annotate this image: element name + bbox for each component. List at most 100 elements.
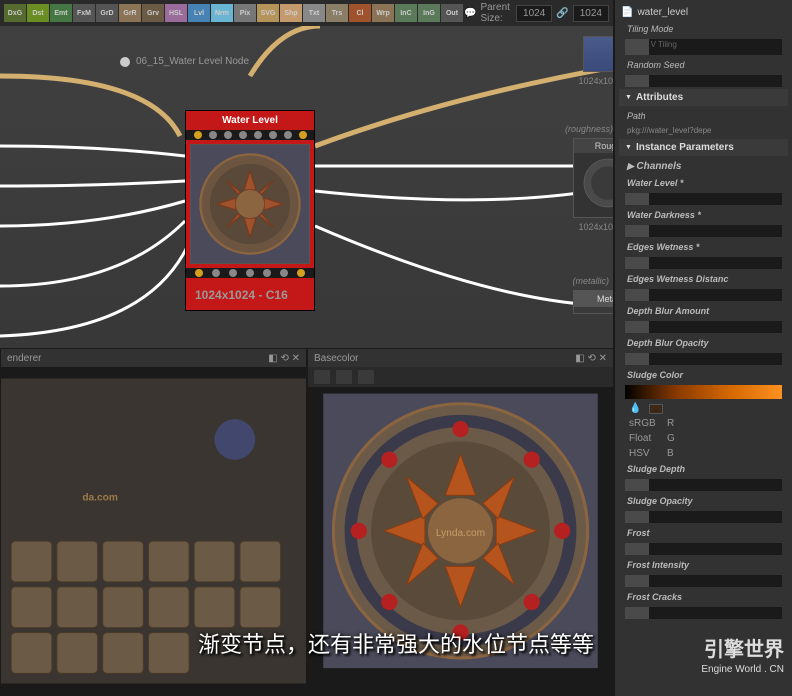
port[interactable] [209, 131, 217, 139]
tiling-mode-label: Tiling Mode [619, 21, 788, 37]
port[interactable] [297, 269, 305, 277]
port[interactable] [263, 269, 271, 277]
atom-hsl[interactable]: HSL [165, 4, 187, 22]
param-slider[interactable] [625, 543, 782, 555]
random-seed-input[interactable] [625, 75, 782, 87]
param-label: Depth Blur Amount [619, 303, 788, 319]
viewer-header: Basecolor ◧ ⟲ ✕ [308, 349, 613, 367]
atom-emt[interactable]: Emt [50, 4, 72, 22]
graph-canvas[interactable]: 06_15_Water Level Node Water Level [0, 26, 613, 348]
port[interactable] [246, 269, 254, 277]
water-level-node[interactable]: Water Level [185, 110, 315, 311]
node-title: Water Level [186, 111, 314, 130]
node-graph-panel[interactable]: DxGDstEmtFxMGrDGrRGrvHSLLvlNrmPixSVGShpT… [0, 0, 614, 348]
param-slider[interactable] [625, 511, 782, 523]
watermark-url: Engine World . CN [701, 664, 784, 675]
eyedropper-icon[interactable]: 💧 [629, 403, 641, 414]
port[interactable] [229, 269, 237, 277]
color-picker-row: 💧 [619, 401, 788, 416]
viewer-controls[interactable]: ◧ ⟲ ✕ [268, 353, 300, 364]
atom-cl[interactable]: Cl [349, 4, 371, 22]
parent-size-control: 💬 Parent Size: 1024 🔗 1024 [464, 2, 609, 24]
node-output-ports [186, 268, 314, 278]
atom-pix[interactable]: Pix [234, 4, 256, 22]
color-mode-float[interactable]: FloatG [619, 431, 788, 446]
port[interactable] [269, 131, 277, 139]
svg-text:Lynda.com: Lynda.com [436, 528, 485, 539]
atom-grr[interactable]: GrR [119, 4, 141, 22]
tool-button[interactable] [314, 370, 330, 384]
port[interactable] [195, 269, 203, 277]
section-instance-params[interactable]: Instance Parameters [619, 139, 788, 156]
param-slider[interactable] [625, 257, 782, 269]
parent-height-dropdown[interactable]: 1024 [573, 5, 609, 22]
parent-width-dropdown[interactable]: 1024 [516, 5, 552, 22]
atom-out[interactable]: Out [441, 4, 463, 22]
port[interactable] [299, 131, 307, 139]
thumb-node[interactable] [583, 36, 614, 72]
tiling-mode-dropdown[interactable]: H and V Tiling [625, 39, 782, 55]
thumb-size: 1024x10 [578, 76, 613, 86]
viewer-toolbar [308, 367, 613, 387]
graph-comment-label: 06_15_Water Level Node [120, 56, 249, 67]
node-size-label: 1024x1024 - C16 [195, 288, 288, 302]
port[interactable] [224, 131, 232, 139]
watermark-logo: 引擎世界 [701, 633, 784, 662]
atom-dxg[interactable]: DxG [4, 4, 26, 22]
path-label: Path [619, 108, 788, 124]
thumb-roughness-label: (roughness) [565, 124, 613, 134]
param-slider[interactable] [625, 607, 782, 619]
node-preview [190, 144, 310, 264]
atom-trs[interactable]: Trs [326, 4, 348, 22]
atom-grv[interactable]: Grv [142, 4, 164, 22]
color-mode-srgb[interactable]: sRGBR [619, 416, 788, 431]
atom-wrp[interactable]: Wrp [372, 4, 394, 22]
atom-grd[interactable]: GrD [96, 4, 118, 22]
color-swatch[interactable] [649, 404, 663, 414]
viewer-controls[interactable]: ◧ ⟲ ✕ [575, 353, 607, 364]
viewer-header: enderer ◧ ⟲ ✕ [1, 349, 306, 367]
atom-lvl[interactable]: Lvl [188, 4, 210, 22]
port[interactable] [194, 131, 202, 139]
param-label: Frost Cracks [619, 589, 788, 605]
node-input-ports [186, 130, 314, 140]
channels-row[interactable]: ▶ Channels [619, 158, 788, 175]
atom-nrm[interactable]: Nrm [211, 4, 233, 22]
thumb-roughness-node[interactable]: Rough [573, 138, 614, 218]
sludge-color-gradient[interactable] [625, 385, 782, 399]
param-label: Sludge Depth [619, 461, 788, 477]
thumb-metallic-node[interactable]: Metal [573, 290, 614, 314]
port[interactable] [280, 269, 288, 277]
tool-button[interactable] [358, 370, 374, 384]
param-label: Depth Blur Opacity [619, 335, 788, 351]
port[interactable] [254, 131, 262, 139]
graph-toolbar: DxGDstEmtFxMGrDGrRGrvHSLLvlNrmPixSVGShpT… [0, 0, 613, 26]
viewer-title: Basecolor [314, 353, 358, 364]
atom-fxm[interactable]: FxM [73, 4, 95, 22]
param-slider[interactable] [625, 575, 782, 587]
param-slider[interactable] [625, 193, 782, 205]
link-icon[interactable]: 🔗 [556, 8, 568, 19]
param-slider[interactable] [625, 289, 782, 301]
file-icon: 📄 [621, 7, 633, 18]
atom-shp[interactable]: Shp [280, 4, 302, 22]
param-slider[interactable] [625, 321, 782, 333]
sludge-color-label: Sludge Color [619, 367, 788, 383]
atom-txt[interactable]: Txt [303, 4, 325, 22]
param-slider[interactable] [625, 225, 782, 237]
properties-panel[interactable]: 📄 water_level Tiling Mode H and V Tiling… [614, 0, 792, 696]
color-mode-hsv[interactable]: HSVB [619, 446, 788, 461]
atom-inc[interactable]: InC [395, 4, 417, 22]
param-slider[interactable] [625, 353, 782, 365]
port[interactable] [212, 269, 220, 277]
port[interactable] [284, 131, 292, 139]
section-attributes[interactable]: Attributes [619, 89, 788, 106]
atom-ing[interactable]: InG [418, 4, 440, 22]
param-label: Water Level * [619, 175, 788, 191]
param-slider[interactable] [625, 479, 782, 491]
atom-svg[interactable]: SVG [257, 4, 279, 22]
tool-button[interactable] [336, 370, 352, 384]
speech-icon[interactable]: 💬 [464, 8, 476, 19]
port[interactable] [239, 131, 247, 139]
atom-dst[interactable]: Dst [27, 4, 49, 22]
